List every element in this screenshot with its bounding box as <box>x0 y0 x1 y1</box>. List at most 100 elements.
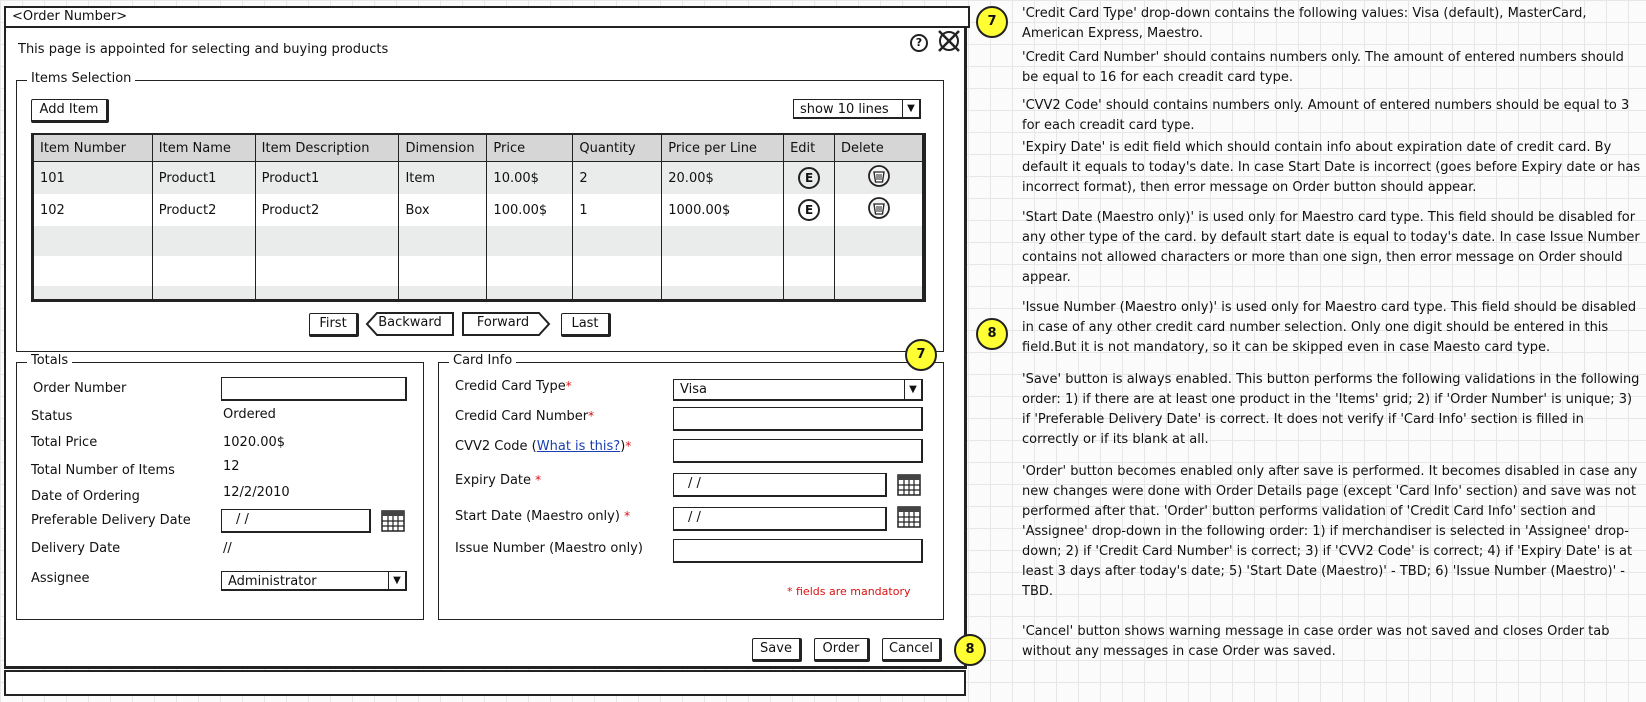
card-number-label-text: Credid Card Number <box>455 409 589 424</box>
issue-number-label: Issue Number (Maestro only) <box>455 541 643 556</box>
cvv-help-link[interactable]: What is this? <box>537 439 620 454</box>
totals-legend: Totals <box>27 353 73 368</box>
intro-text: This page is appointed for selecting and… <box>18 42 389 57</box>
column-header[interactable]: Quantity <box>572 135 663 162</box>
delete-icon[interactable] <box>867 165 891 192</box>
card-type-select[interactable]: Visa ▼ <box>673 379 923 401</box>
card-info-legend: Card Info <box>449 353 517 368</box>
cell-quantity <box>572 226 663 256</box>
show-lines-select[interactable]: show 10 lines ▼ <box>793 99 921 119</box>
save-button[interactable]: Save <box>752 638 802 662</box>
pref-delivery-input[interactable]: / / <box>221 509 371 533</box>
table-row[interactable]: 102 Product2 Product2 Box 100.00$ 1 1000.00$ E <box>33 194 923 226</box>
add-item-button[interactable]: Add Item <box>31 99 109 123</box>
cell-price-per-line <box>661 226 785 256</box>
cell-name: Product2 <box>151 194 256 226</box>
calendar-icon[interactable] <box>897 505 921 529</box>
note-expiry: 'Expiry Date' is edit field which should… <box>1022 140 1641 195</box>
note-save: 'Save' button is always enabled. This bu… <box>1022 372 1640 447</box>
cvv-input[interactable] <box>673 439 923 463</box>
issue-number-input[interactable] <box>673 539 923 563</box>
assignee-select[interactable]: Administrator ▼ <box>221 571 407 591</box>
edit-icon[interactable]: E <box>798 167 821 189</box>
column-header[interactable]: Item Number <box>33 135 153 162</box>
delivery-date-value: // <box>223 541 232 556</box>
items-table-header: Item Number Item Name Item Description Dime… <box>33 135 923 162</box>
column-header[interactable]: Item Name <box>151 135 256 162</box>
cell-description: Product2 <box>254 194 400 226</box>
cvv-label-text: CVV2 Code ( <box>455 439 537 454</box>
card-number-label: Credid Card Number* <box>455 409 594 424</box>
table-row[interactable] <box>33 286 923 299</box>
cell-quantity: 1 <box>572 194 663 226</box>
cell-edit: E <box>783 194 836 226</box>
column-header[interactable]: Price <box>486 135 574 162</box>
cell-description <box>254 226 400 256</box>
cell-dimension <box>398 226 488 256</box>
column-header[interactable]: Dimension <box>398 135 488 162</box>
annotation-badge-8-actions: 8 <box>954 634 986 666</box>
backward-button[interactable]: Backward <box>365 311 455 337</box>
order-window: This page is appointed for selecting and… <box>4 26 967 669</box>
cell-description <box>254 256 400 286</box>
cell-number: 101 <box>33 161 153 194</box>
bottom-status-bar <box>4 670 966 696</box>
forward-button[interactable]: Forward <box>461 311 551 337</box>
table-row[interactable]: 101 Product1 Product1 Item 10.00$ 2 20.00$ E <box>33 161 923 194</box>
cell-edit <box>783 256 836 286</box>
order-button[interactable]: Order <box>814 638 870 662</box>
backward-label: Backward <box>378 315 442 330</box>
expiry-input[interactable]: / / <box>673 473 887 497</box>
calendar-icon[interactable] <box>897 473 921 497</box>
cell-description: Product1 <box>254 161 400 194</box>
note-order: 'Order' button becomes enabled only afte… <box>1022 464 1638 599</box>
close-tab-icon[interactable] <box>936 28 962 54</box>
status-value: Ordered <box>223 407 276 422</box>
order-number-input[interactable] <box>221 377 407 401</box>
delivery-date-label: Delivery Date <box>31 541 121 556</box>
cell-price <box>486 256 574 286</box>
start-date-label: Start Date (Maestro only) * <box>455 509 630 524</box>
mandatory-note: * fields are mandatory <box>787 585 911 598</box>
window-title: <Order Number> <box>12 9 128 24</box>
delete-icon[interactable] <box>867 197 891 224</box>
cell-number <box>33 226 153 256</box>
items-selection-group: Items Selection Add Item show 10 lines ▼… <box>16 71 944 352</box>
cell-quantity: 2 <box>572 161 663 194</box>
cell-number <box>33 256 153 286</box>
expiry-label-text: Expiry Date <box>455 473 532 488</box>
cell-delete <box>834 286 923 299</box>
total-items-value: 12 <box>223 459 240 474</box>
start-date-input[interactable]: / / <box>673 507 887 531</box>
cell-price-per-line <box>661 286 785 299</box>
table-row[interactable] <box>33 226 923 256</box>
column-header[interactable]: Price per Line <box>661 135 785 162</box>
help-icon[interactable]: ? <box>910 34 928 52</box>
show-lines-value: show 10 lines <box>800 102 889 117</box>
cell-name <box>151 286 256 299</box>
cell-price-per-line: 1000.00$ <box>661 194 785 226</box>
calendar-icon[interactable] <box>381 509 405 533</box>
cancel-button[interactable]: Cancel <box>882 638 942 662</box>
note-card-type: 'Credit Card Type' drop-down contains th… <box>1022 6 1587 41</box>
items-table: Item Number Item Name Item Description Dime… <box>33 135 923 299</box>
column-header[interactable]: Item Description <box>254 135 400 162</box>
cell-number <box>33 286 153 299</box>
edit-icon[interactable]: E <box>798 199 821 221</box>
last-page-button[interactable]: Last <box>561 313 611 337</box>
column-header[interactable]: Edit <box>783 135 836 162</box>
card-number-input[interactable] <box>673 407 923 431</box>
chevron-down-icon: ▼ <box>902 100 919 117</box>
table-row[interactable] <box>33 256 923 286</box>
note-cancel: 'Cancel' button shows warning message in… <box>1022 624 1610 659</box>
cell-name: Product1 <box>151 161 256 194</box>
order-number-label: Order Number <box>33 381 127 396</box>
required-mark: * <box>565 379 572 393</box>
first-page-button[interactable]: First <box>309 313 359 337</box>
window-title-bar: <Order Number> <box>4 6 970 28</box>
card-type-label: Credid Card Type* <box>455 379 572 394</box>
column-header[interactable]: Delete <box>834 135 923 162</box>
cell-quantity <box>572 256 663 286</box>
cell-delete <box>834 256 923 286</box>
expiry-label: Expiry Date * <box>455 473 541 488</box>
